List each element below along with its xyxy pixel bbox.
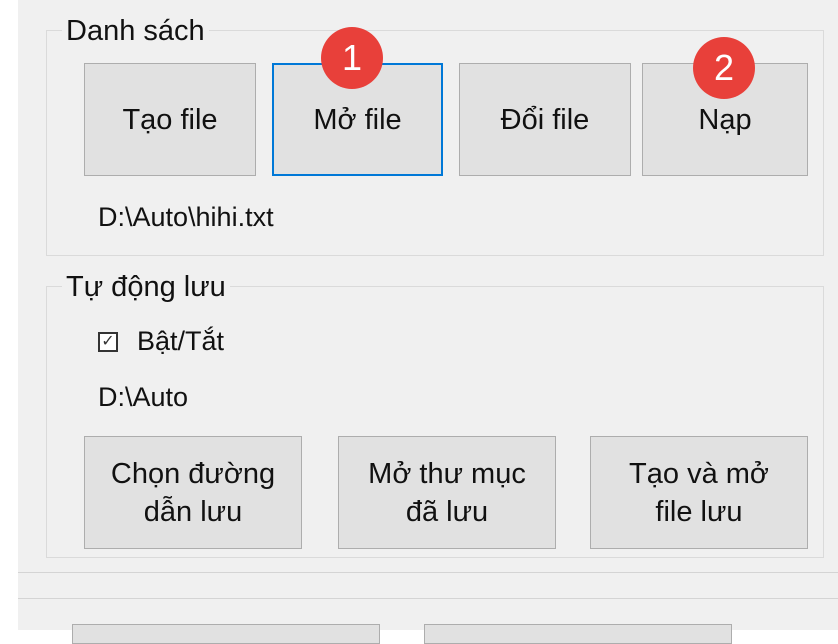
tu-dong-luu-group-title: Tự động lưu <box>62 270 230 304</box>
danh-sach-group-title: Danh sách <box>62 14 209 48</box>
auto-save-checkbox[interactable]: ✓ <box>98 332 118 352</box>
step-1-badge: 1 <box>321 27 383 89</box>
bottom-right-button[interactable] <box>424 624 732 644</box>
mo-thu-muc-da-luu-button[interactable]: Mở thư mục đã lưu <box>338 436 556 549</box>
check-mark-icon: ✓ <box>101 333 115 350</box>
bottom-separator <box>18 572 838 573</box>
tao-file-button[interactable]: Tạo file <box>84 63 256 176</box>
bottom-separator-2 <box>18 598 838 599</box>
auto-save-path-text: D:\Auto <box>98 382 189 412</box>
auto-save-checkbox-label[interactable]: Bật/Tắt <box>137 325 224 357</box>
tao-va-mo-file-luu-button[interactable]: Tạo và mở file lưu <box>590 436 808 549</box>
step-2-badge: 2 <box>693 37 755 99</box>
chon-duong-dan-luu-button[interactable]: Chọn đường dẫn lưu <box>84 436 302 549</box>
file-path-text: D:\Auto\hihi.txt <box>98 202 274 232</box>
bottom-left-button[interactable] <box>72 624 380 644</box>
doi-file-button[interactable]: Đổi file <box>459 63 631 176</box>
